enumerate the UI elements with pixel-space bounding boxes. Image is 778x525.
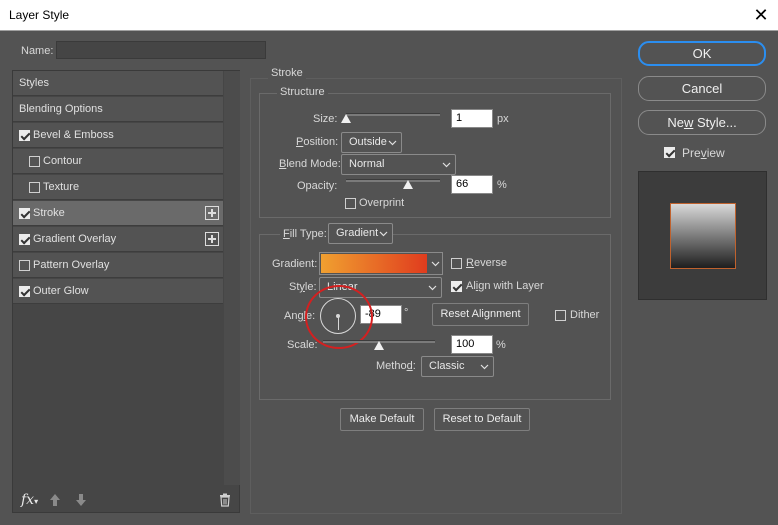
align-with-layer-checkbox[interactable] <box>451 281 462 292</box>
size-input[interactable]: 1 <box>451 109 493 128</box>
chevron-down-icon <box>379 231 388 237</box>
chevron-down-icon <box>480 364 489 370</box>
style-label: Outer Glow <box>33 285 89 297</box>
style-checkbox[interactable] <box>19 130 30 141</box>
fx-icon[interactable]: fx▾ <box>21 492 38 508</box>
scale-label: Scale: <box>287 339 318 351</box>
align-with-layer-label: Align with Layer <box>466 280 544 292</box>
position-dropdown[interactable]: Outside <box>341 132 402 153</box>
style-label: Blending Options <box>19 103 103 115</box>
opacity-label: Opacity: <box>297 180 338 192</box>
opacity-unit: % <box>497 179 507 191</box>
gradient-picker[interactable] <box>319 252 443 275</box>
scale-unit: % <box>496 339 506 351</box>
make-default-button[interactable]: Make Default <box>340 408 424 431</box>
name-input[interactable] <box>56 41 266 59</box>
opacity-slider[interactable] <box>346 179 440 189</box>
style-label: Texture <box>43 181 80 193</box>
style-label: Styles <box>19 77 49 89</box>
reset-to-default-button[interactable]: Reset to Default <box>434 408 530 431</box>
style-checkbox[interactable] <box>19 234 30 245</box>
blend-mode-label: Blend Mode: <box>279 158 341 170</box>
stroke-section-title: Stroke <box>268 67 306 79</box>
gradient-swatch[interactable] <box>321 254 427 273</box>
style-label: Stroke <box>33 207 65 219</box>
ok-button[interactable]: OK <box>638 41 766 66</box>
styles-list-item[interactable]: Bevel & Emboss <box>13 123 223 148</box>
scale-slider[interactable] <box>323 340 435 350</box>
blend-mode-dropdown[interactable]: Normal <box>341 154 456 175</box>
style-checkbox[interactable] <box>19 260 30 271</box>
preview-swatch <box>670 203 736 269</box>
styles-list-item[interactable]: Blending Options <box>13 97 223 122</box>
chevron-down-icon[interactable] <box>431 255 440 274</box>
reset-alignment-button[interactable]: Reset Alignment <box>432 303 529 326</box>
add-effect-icon[interactable] <box>205 206 219 220</box>
styles-list-item[interactable]: Gradient Overlay <box>13 227 223 252</box>
opacity-input[interactable]: 66 <box>451 175 493 194</box>
styles-list-item[interactable]: Contour <box>13 149 223 174</box>
fill-type-dropdown[interactable]: Gradient <box>328 223 393 244</box>
size-slider[interactable] <box>341 113 440 123</box>
style-label: Style: <box>289 281 317 293</box>
move-down-icon[interactable] <box>75 493 87 507</box>
styles-scrollbar[interactable] <box>224 71 240 485</box>
scale-slider-thumb[interactable] <box>374 341 384 350</box>
title-bar: Layer Style ✕ <box>0 0 778 31</box>
preview-label: Preview <box>682 146 725 160</box>
position-label: Position: <box>296 136 339 148</box>
style-checkbox[interactable] <box>29 156 40 167</box>
name-label: Name: <box>21 45 54 57</box>
styles-panel: Styles Blending Options Bevel & Emboss Cont… <box>12 70 240 513</box>
style-checkbox[interactable] <box>19 208 30 219</box>
style-checkbox[interactable] <box>29 182 40 193</box>
scale-input[interactable]: 100 <box>451 335 493 354</box>
new-style-button[interactable]: New Style... <box>638 110 766 135</box>
style-label: Bevel & Emboss <box>33 129 114 141</box>
gradient-label: Gradient: <box>272 258 318 270</box>
method-label: Method: <box>376 360 416 372</box>
structure-title: Structure <box>277 86 328 98</box>
window-title: Layer Style <box>9 8 70 22</box>
overprint-label: Overprint <box>359 197 405 209</box>
cancel-button[interactable]: Cancel <box>638 76 766 101</box>
styles-list-item[interactable]: Pattern Overlay <box>13 253 223 278</box>
chevron-down-icon <box>428 285 437 291</box>
overprint-checkbox[interactable] <box>345 198 356 209</box>
styles-list-item[interactable]: Outer Glow <box>13 279 223 304</box>
styles-list-item[interactable]: Stroke <box>13 201 223 226</box>
dither-checkbox[interactable] <box>555 310 566 321</box>
fill-type-label: Fill Type: <box>280 228 330 240</box>
chevron-down-icon <box>388 140 397 146</box>
size-slider-thumb[interactable] <box>341 114 351 123</box>
styles-list-item[interactable]: Styles <box>13 71 223 96</box>
style-label: Contour <box>43 155 83 167</box>
angle-unit: ° <box>404 307 409 319</box>
size-label: Size: <box>313 113 338 125</box>
styles-list-item[interactable]: Texture <box>13 175 223 200</box>
chevron-down-icon <box>442 162 451 168</box>
preview-checkbox[interactable] <box>664 147 675 158</box>
close-button[interactable]: ✕ <box>750 4 772 26</box>
style-label: Pattern Overlay <box>33 259 110 271</box>
style-checkbox[interactable] <box>19 286 30 297</box>
preview-box <box>638 171 767 300</box>
add-effect-icon[interactable] <box>205 232 219 246</box>
opacity-slider-thumb[interactable] <box>403 180 414 189</box>
trash-icon[interactable] <box>219 493 231 507</box>
size-unit: px <box>497 113 509 125</box>
reverse-checkbox[interactable] <box>451 258 462 269</box>
dither-label: Dither <box>570 309 600 321</box>
method-dropdown[interactable]: Classic <box>421 356 494 377</box>
reverse-label: Reverse <box>466 257 507 269</box>
move-up-icon[interactable] <box>49 493 61 507</box>
style-label: Gradient Overlay <box>33 233 117 245</box>
